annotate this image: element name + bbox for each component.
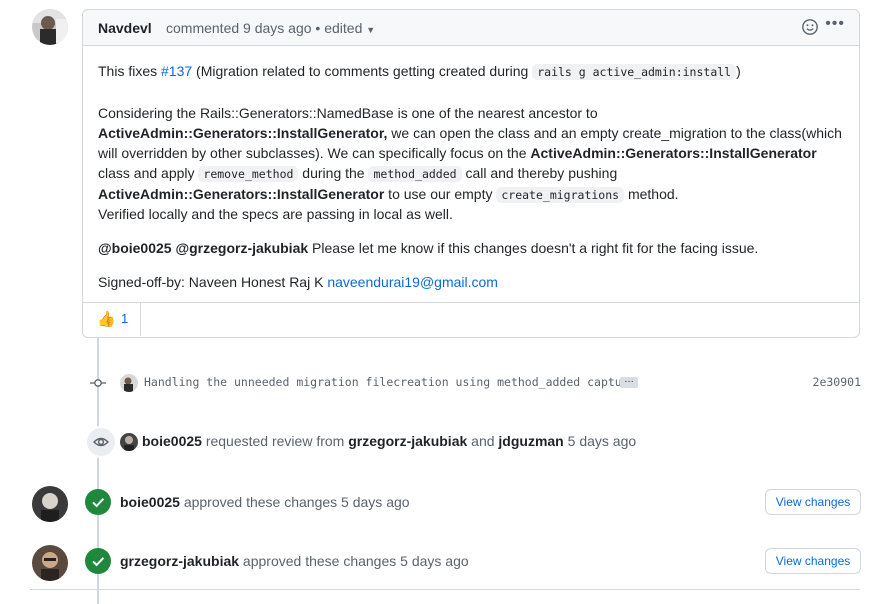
approval-event: grzegorz-jakubiak approved these changes… <box>85 548 861 576</box>
comment-header: Navdevl commented 9 days ago • edited ▼ … <box>83 10 859 46</box>
text-fragment: Please let me know if this changes doesn… <box>308 240 759 256</box>
thumbs-up-reaction[interactable]: 👍 1 <box>83 303 141 336</box>
eye-icon <box>85 426 117 458</box>
bold-text: ActiveAdmin::Generators::InstallGenerato… <box>98 125 388 141</box>
requester-avatar[interactable] <box>120 433 138 451</box>
view-changes-button[interactable]: View changes <box>765 548 861 574</box>
inline-code: rails g active_admin:install <box>532 64 737 80</box>
smiley-icon[interactable] <box>801 18 819 36</box>
text-fragment: This fixes <box>98 63 162 79</box>
commit-expand-button[interactable]: … <box>620 375 638 388</box>
text-fragment: and <box>467 433 499 449</box>
commit-row: Handling the unneeded migration filecrea… <box>89 372 861 394</box>
email-link[interactable]: naveendurai19@gmail.com <box>327 274 498 290</box>
check-circle-icon <box>85 489 111 515</box>
text-fragment: requested review from <box>201 433 349 449</box>
comment-author[interactable]: Navdevl <box>98 20 152 36</box>
view-changes-button[interactable]: View changes <box>765 489 861 515</box>
text-fragment: Considering the Rails::Generators::Named… <box>98 105 598 121</box>
inline-code: create_migrations <box>496 187 625 203</box>
text-fragment: approved these changes 5 days ago <box>239 553 469 569</box>
text-fragment: (Migration related to comments getting c… <box>192 63 533 79</box>
text-fragment: approved these changes 5 days ago <box>179 494 410 510</box>
comment-meta-text[interactable]: commented 9 days ago • edited <box>166 20 362 36</box>
reviewer-name[interactable]: grzegorz-jakubiak <box>348 433 467 449</box>
comment-meta[interactable]: commented 9 days ago • edited ▼ <box>166 20 375 36</box>
git-commit-icon <box>89 376 107 390</box>
divider <box>30 589 860 590</box>
comment-signoff: Signed-off-by: Naveen Honest Raj K navee… <box>98 272 848 292</box>
comment-paragraph-4: @boie0025 @grzegorz-jakubiak Please let … <box>98 238 848 258</box>
bold-text: ActiveAdmin::Generators::InstallGenerato… <box>98 186 385 202</box>
avatar-navdevl[interactable] <box>32 9 68 45</box>
avatar-boie0025[interactable] <box>32 486 68 522</box>
requester-name[interactable]: boie0025 <box>142 433 202 449</box>
text-fragment: method. <box>624 186 679 202</box>
commit-sha[interactable]: 2e30901 <box>813 375 861 389</box>
comment-paragraph-3: Verified locally and the specs are passi… <box>98 206 453 222</box>
text-fragment: to use our empty <box>384 186 497 202</box>
text-fragment: class and apply <box>98 165 199 181</box>
review-request-event: boie0025 requested review from grzegorz-… <box>85 426 861 458</box>
thumbs-up-icon: 👍 <box>97 311 116 328</box>
approver-name[interactable]: grzegorz-jakubiak <box>120 553 239 569</box>
approval-event: boie0025 approved these changes 5 days a… <box>85 489 861 517</box>
text-fragment: ) <box>736 63 741 79</box>
comment-paragraph-2: Considering the Rails::Generators::Named… <box>98 103 848 205</box>
issue-link[interactable]: #137 <box>161 63 192 79</box>
reactions-bar: 👍 1 <box>83 302 859 337</box>
user-mentions[interactable]: @boie0025 @grzegorz-jakubiak <box>98 240 308 256</box>
commit-message[interactable]: Handling the unneeded migration filecrea… <box>144 375 629 389</box>
text-fragment: Signed-off-by: Naveen Honest Raj K <box>98 274 328 290</box>
text-fragment: during the <box>298 165 369 181</box>
kebab-horizontal-icon[interactable]: ••• <box>825 15 845 33</box>
text-fragment: call and thereby pushing <box>461 165 618 181</box>
inline-code: method_added <box>368 166 462 182</box>
comment-line-1: This fixes #137 (Migration related to co… <box>98 61 848 82</box>
commit-author-avatar[interactable] <box>120 374 138 392</box>
comment-box: Navdevl commented 9 days ago • edited ▼ … <box>82 9 860 338</box>
review-request-text: boie0025 requested review from grzegorz-… <box>142 433 636 449</box>
bold-text: ActiveAdmin::Generators::InstallGenerato… <box>530 145 817 161</box>
approver-name[interactable]: boie0025 <box>120 494 180 510</box>
event-time[interactable]: 5 days ago <box>564 433 637 449</box>
chevron-down-icon[interactable]: ▼ <box>366 25 375 35</box>
reviewer-name[interactable]: jdguzman <box>498 433 563 449</box>
reaction-count: 1 <box>121 311 129 326</box>
approval-text: grzegorz-jakubiak approved these changes… <box>120 553 469 569</box>
approval-text: boie0025 approved these changes 5 days a… <box>120 494 410 510</box>
avatar-grzegorz-jakubiak[interactable] <box>32 545 68 581</box>
check-circle-icon <box>85 548 111 574</box>
inline-code: remove_method <box>198 166 299 182</box>
